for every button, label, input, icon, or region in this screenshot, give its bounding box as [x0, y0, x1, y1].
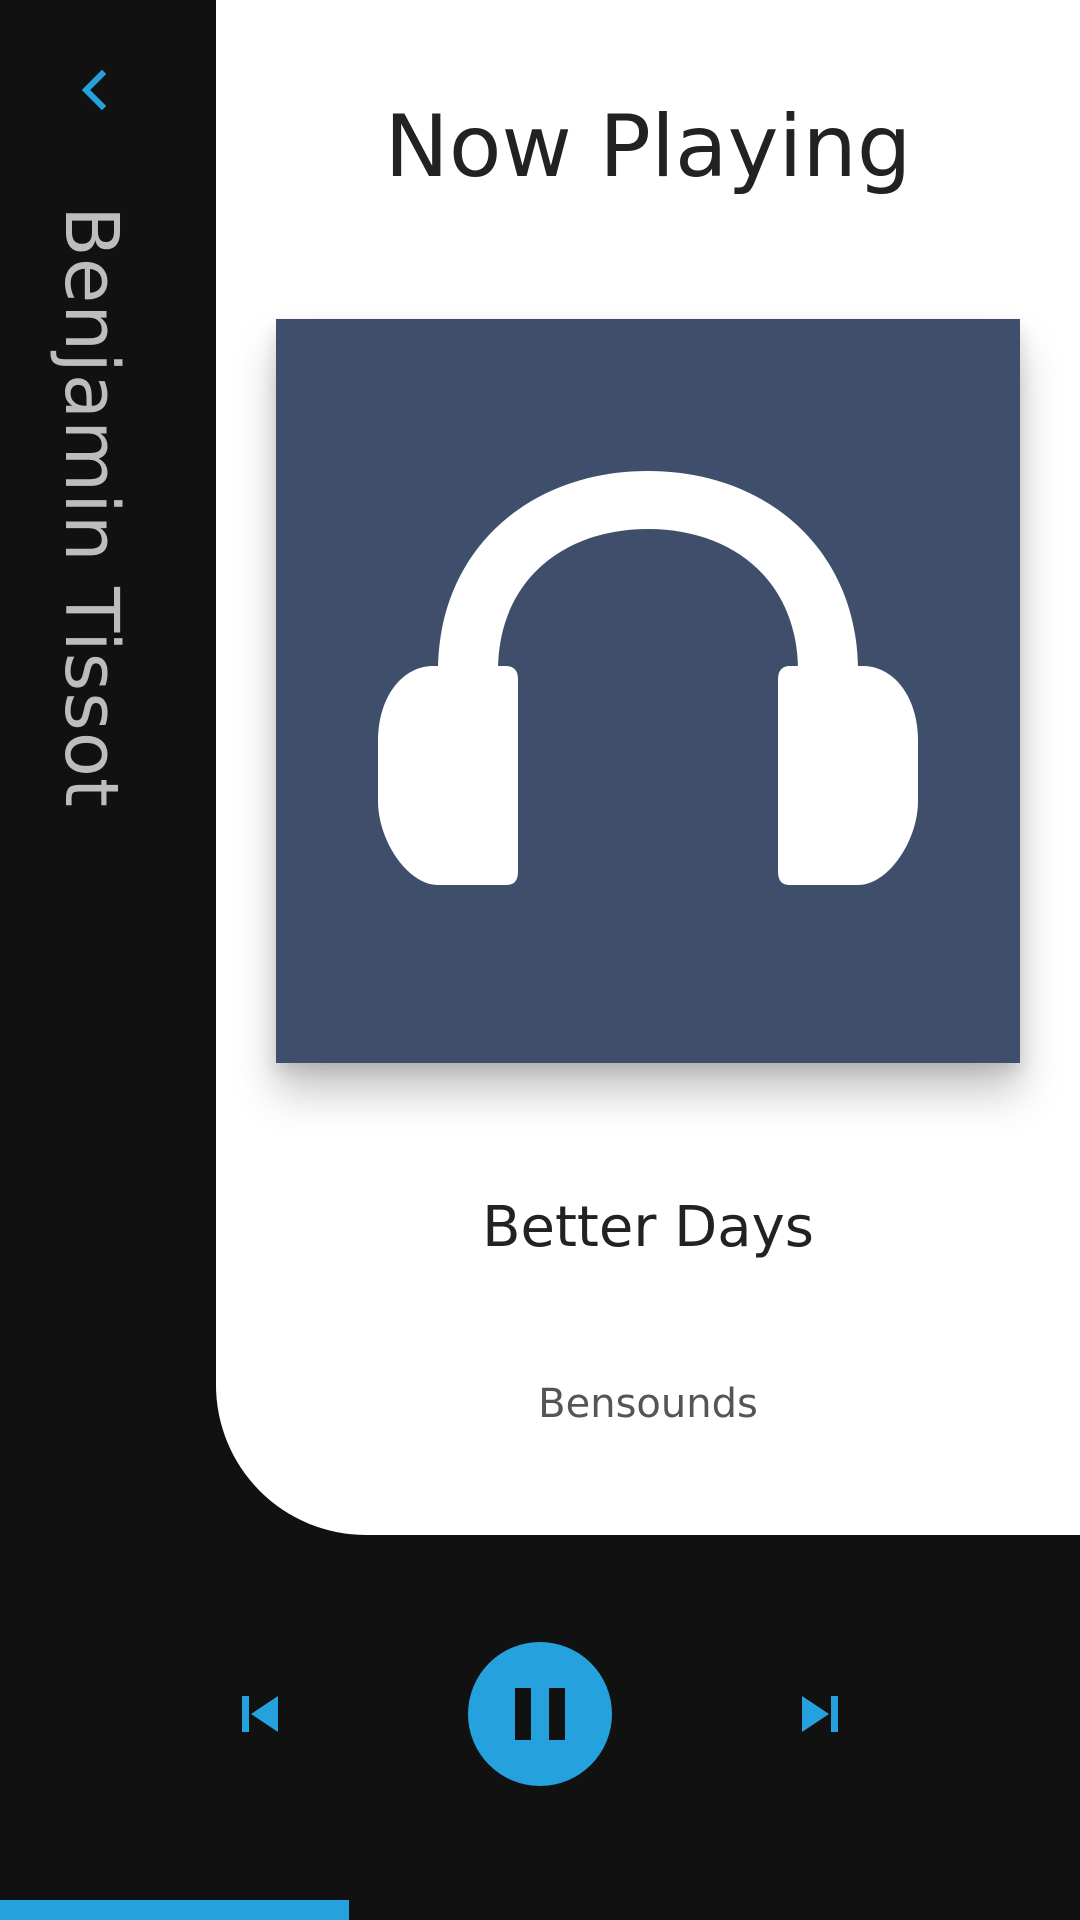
track-title: Better Days: [482, 1195, 814, 1260]
artist-vertical-text: Benjamin Tissot: [48, 206, 134, 809]
side-rail: Benjamin Tissot: [0, 0, 216, 1535]
headphones-icon: [378, 471, 918, 885]
pause-icon: [515, 1688, 565, 1740]
player-controls: [0, 1640, 1080, 1790]
album-artwork: [276, 319, 1020, 1063]
progress-fill: [0, 1900, 349, 1920]
skip-previous-icon: [242, 1696, 278, 1732]
next-button[interactable]: [788, 1682, 852, 1746]
content-card: Now Playing Better Days Bensounds: [216, 0, 1080, 1535]
skip-next-icon: [802, 1696, 838, 1732]
track-artist: Bensounds: [538, 1381, 758, 1427]
now-playing-screen: Benjamin Tissot Now Playing Better Days …: [0, 0, 1080, 1920]
artist-vertical-label: Benjamin Tissot: [0, 0, 216, 1535]
page-title: Now Playing: [384, 97, 912, 197]
play-pause-button[interactable]: [468, 1642, 612, 1786]
previous-button[interactable]: [228, 1682, 292, 1746]
progress-bar[interactable]: [0, 1900, 1080, 1920]
